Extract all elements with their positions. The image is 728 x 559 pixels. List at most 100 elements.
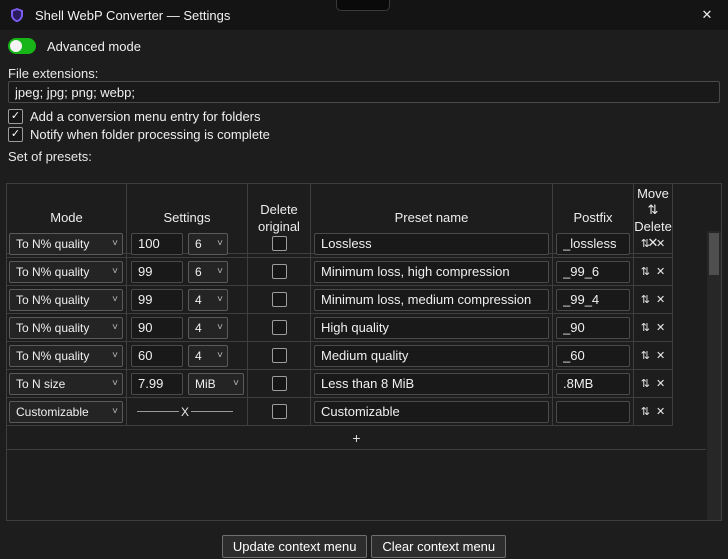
advanced-mode-row: Advanced mode xyxy=(8,38,141,54)
mode-select[interactable]: To N% quality ˅ xyxy=(9,288,123,311)
chevron-down-icon: ˅ xyxy=(112,294,118,305)
chevron-down-icon: ˅ xyxy=(112,266,118,277)
advanced-mode-toggle[interactable] xyxy=(8,38,36,54)
move-row-button[interactable]: ⇅ xyxy=(641,321,650,334)
method-select[interactable]: 6 ˅ xyxy=(188,260,228,283)
chevron-down-icon: ˅ xyxy=(112,350,118,361)
preset-name-input[interactable] xyxy=(314,288,549,311)
quality-input[interactable] xyxy=(131,288,183,311)
chevron-down-icon: ˅ xyxy=(112,238,118,249)
customizable-settings-placeholder: X xyxy=(131,405,239,419)
delete-original-checkbox[interactable] xyxy=(271,348,287,363)
size-input[interactable] xyxy=(131,372,183,395)
folders-menu-label: Add a conversion menu entry for folders xyxy=(30,109,261,124)
postfix-input[interactable] xyxy=(556,400,630,423)
method-select[interactable]: 4 ˅ xyxy=(188,288,228,311)
chevron-down-icon: ˅ xyxy=(217,350,223,361)
delete-row-button[interactable]: ✕ xyxy=(656,377,665,390)
chevron-down-icon: ˅ xyxy=(112,322,118,333)
move-row-button[interactable]: ⇅ xyxy=(641,349,650,362)
file-extensions-label: File extensions: xyxy=(8,66,99,81)
presets-scrollbar[interactable] xyxy=(707,231,721,520)
postfix-input[interactable] xyxy=(556,344,630,367)
chevron-down-icon: ˅ xyxy=(217,294,223,305)
toggle-knob xyxy=(10,40,22,52)
file-extensions-input[interactable] xyxy=(8,81,720,103)
close-icon: ✕ xyxy=(701,7,713,22)
advanced-mode-label: Advanced mode xyxy=(47,38,141,54)
plus-icon: + xyxy=(352,429,361,446)
delete-row-button[interactable]: ✕ xyxy=(656,293,665,306)
preset-row: To N% quality˅ 6˅ ⇅ ✕ xyxy=(7,258,721,286)
folders-menu-checkbox[interactable]: ✓ xyxy=(8,109,23,124)
move-row-button[interactable]: ⇅ xyxy=(641,293,650,306)
chevron-down-icon: ˅ xyxy=(217,266,223,277)
presets-panel: Mode Settings Delete original Preset nam… xyxy=(6,183,722,521)
delete-original-checkbox[interactable] xyxy=(271,376,287,391)
clear-context-menu-button[interactable]: Clear context menu xyxy=(371,535,507,558)
app-icon xyxy=(11,8,23,23)
folders-menu-option[interactable]: ✓ Add a conversion menu entry for folder… xyxy=(8,109,261,124)
preset-name-input[interactable] xyxy=(314,372,549,395)
notify-checkbox[interactable]: ✓ xyxy=(8,127,23,142)
chevron-down-icon: ˅ xyxy=(233,378,239,389)
mode-select[interactable]: To N% quality ˅ xyxy=(9,232,123,255)
method-select[interactable]: 4 ˅ xyxy=(188,344,228,367)
quality-input[interactable] xyxy=(131,344,183,367)
preset-row: To N% quality˅ 6˅ ⇅ ✕ xyxy=(7,230,721,258)
preset-row: To N% quality˅ 4˅ ⇅ ✕ xyxy=(7,342,721,370)
notify-label: Notify when folder processing is complet… xyxy=(30,127,270,142)
preset-name-input[interactable] xyxy=(314,232,549,255)
delete-original-checkbox[interactable] xyxy=(271,292,287,307)
delete-row-button[interactable]: ✕ xyxy=(656,237,665,250)
method-select[interactable]: 6 ˅ xyxy=(188,232,228,255)
delete-original-checkbox[interactable] xyxy=(271,236,287,251)
mode-select[interactable]: To N% quality ˅ xyxy=(9,316,123,339)
move-row-button[interactable]: ⇅ xyxy=(641,237,650,250)
delete-original-checkbox[interactable] xyxy=(271,404,287,419)
footer-bar: Update context menu Clear context menu xyxy=(0,535,728,559)
mode-select[interactable]: To N% quality ˅ xyxy=(9,344,123,367)
presets-header: Mode Settings Delete original Preset nam… xyxy=(7,184,721,254)
postfix-input[interactable] xyxy=(556,288,630,311)
chevron-down-icon: ˅ xyxy=(217,238,223,249)
unit-select[interactable]: MiB ˅ xyxy=(188,372,244,395)
preset-name-input[interactable] xyxy=(314,316,549,339)
notify-option[interactable]: ✓ Notify when folder processing is compl… xyxy=(8,127,270,142)
close-button[interactable]: ✕ xyxy=(686,0,728,30)
add-preset-button[interactable]: + xyxy=(7,426,706,450)
mode-select[interactable]: Customizable ˅ xyxy=(9,400,123,423)
title-bar: Shell WebP Converter — Settings ✕ xyxy=(0,0,728,30)
mode-select[interactable]: To N% quality ˅ xyxy=(9,260,123,283)
check-icon: ✓ xyxy=(10,110,21,122)
delete-row-button[interactable]: ✕ xyxy=(656,349,665,362)
preset-row: To N% quality˅ 4˅ ⇅ ✕ xyxy=(7,286,721,314)
postfix-input[interactable] xyxy=(556,232,630,255)
scrollbar-thumb[interactable] xyxy=(709,233,719,275)
chevron-down-icon: ˅ xyxy=(112,406,118,417)
delete-original-checkbox[interactable] xyxy=(271,320,287,335)
preset-name-input[interactable] xyxy=(314,400,549,423)
delete-row-button[interactable]: ✕ xyxy=(656,405,665,418)
postfix-input[interactable] xyxy=(556,372,630,395)
quality-input[interactable] xyxy=(131,232,183,255)
postfix-input[interactable] xyxy=(556,260,630,283)
quality-input[interactable] xyxy=(131,260,183,283)
delete-row-button[interactable]: ✕ xyxy=(656,265,665,278)
update-context-menu-button[interactable]: Update context menu xyxy=(221,535,368,558)
quality-input[interactable] xyxy=(131,316,183,339)
delete-original-checkbox[interactable] xyxy=(271,264,287,279)
mode-select[interactable]: To N size ˅ xyxy=(9,372,123,395)
move-row-button[interactable]: ⇅ xyxy=(641,265,650,278)
chevron-down-icon: ˅ xyxy=(112,378,118,389)
preset-row: Customizable˅ X ⇅ ✕ xyxy=(7,398,721,426)
postfix-input[interactable] xyxy=(556,316,630,339)
move-row-button[interactable]: ⇅ xyxy=(641,377,650,390)
move-row-button[interactable]: ⇅ xyxy=(641,405,650,418)
preset-name-input[interactable] xyxy=(314,260,549,283)
check-icon: ✓ xyxy=(10,128,21,140)
chevron-down-icon: ˅ xyxy=(217,322,223,333)
method-select[interactable]: 4 ˅ xyxy=(188,316,228,339)
delete-row-button[interactable]: ✕ xyxy=(656,321,665,334)
preset-name-input[interactable] xyxy=(314,344,549,367)
